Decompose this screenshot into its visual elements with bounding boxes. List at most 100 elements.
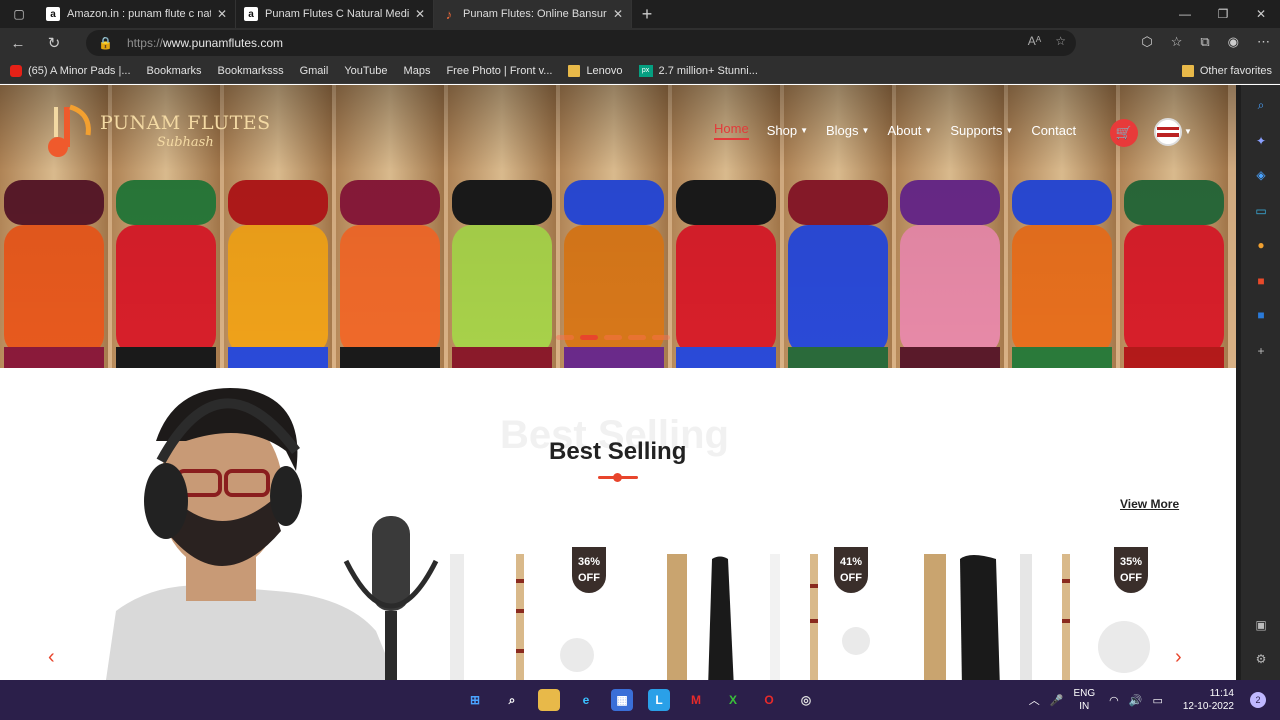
other-favorites[interactable]: Other favorites	[1181, 65, 1272, 77]
file-explorer-icon[interactable]	[538, 689, 560, 711]
toolbox-icon[interactable]: ▭	[1253, 203, 1269, 219]
games-icon[interactable]: ●	[1253, 237, 1269, 253]
microphone-icon[interactable]: 🎤	[1050, 694, 1064, 707]
other-favorites-label: Other favorites	[1199, 65, 1272, 77]
product-card[interactable]: 41% OFF	[642, 547, 874, 680]
add-favorite-icon[interactable]: ☆	[1055, 34, 1066, 48]
close-window-icon[interactable]: ✕	[1242, 0, 1280, 28]
tab-strip: ▢ a Amazon.in : punam flute c natur ✕ a …	[0, 0, 1280, 28]
bookmark-item[interactable]: Free Photo | Front v...	[0, 64, 553, 155]
carousel-prev-icon[interactable]: ‹	[48, 646, 55, 669]
nav-blogs[interactable]: Blogs ▼	[826, 123, 869, 138]
logo-title: PUNAM FLUTES	[100, 112, 271, 134]
minimize-icon[interactable]: —	[1166, 0, 1204, 28]
tab-title: Amazon.in : punam flute c natur	[67, 8, 211, 20]
mcafee-icon[interactable]: M	[685, 689, 707, 711]
bookmark-label: Free Photo | Front v...	[446, 64, 553, 77]
pexels-icon: px	[638, 64, 653, 77]
product-card[interactable]: 35% OFF	[922, 547, 1154, 680]
lenovo-vantage-icon[interactable]: L	[648, 689, 670, 711]
nav-about[interactable]: About ▼	[887, 123, 932, 138]
address-bar[interactable]: 🔒 https://www.punamflutes.com Aᴬ ☆	[86, 30, 1076, 56]
close-icon[interactable]: ✕	[613, 7, 623, 21]
tab-punam-flutes[interactable]: ♪ Punam Flutes: Online Bansuri Sh ✕	[434, 0, 632, 28]
bookmark-item[interactable]: Bookmarks	[0, 65, 202, 155]
tab-amazon-1[interactable]: a Amazon.in : punam flute c natur ✕	[38, 0, 236, 28]
bookmark-item[interactable]: Maps	[0, 64, 431, 155]
slider-dot[interactable]	[580, 335, 598, 340]
site-logo[interactable]: PUNAM FLUTES Subhash	[44, 101, 271, 161]
nav-contact[interactable]: Contact	[1031, 123, 1076, 138]
restore-icon[interactable]: ❐	[1204, 0, 1242, 28]
bookmark-label: Lenovo	[586, 64, 623, 77]
xbox-icon[interactable]: X	[722, 689, 744, 711]
refresh-icon[interactable]: ↻	[36, 34, 72, 52]
clock[interactable]: 11:14 12-10-2022	[1183, 687, 1234, 713]
edge-icon[interactable]: e	[575, 689, 597, 711]
obs-icon[interactable]: ◎	[795, 689, 817, 711]
settings-icon[interactable]: ⚙	[1253, 651, 1269, 667]
tab-amazon-2[interactable]: a Punam Flutes C Natural Medium ✕	[236, 0, 434, 28]
bookmark-item[interactable]: Gmail	[0, 65, 328, 155]
currency-flag-button[interactable]	[1154, 118, 1182, 146]
battery-icon[interactable]: ▭	[1152, 694, 1162, 707]
favorites-icon[interactable]: ☆	[1171, 34, 1183, 50]
extensions-icon[interactable]: ⬡	[1141, 34, 1152, 50]
bookmark-label: 2.7 million+ Stunni...	[658, 64, 758, 77]
notification-badge[interactable]: 2	[1250, 692, 1266, 708]
sidebar-toggle-icon[interactable]: ▣	[1253, 617, 1269, 633]
carousel-next-icon[interactable]: ›	[1175, 646, 1182, 669]
site-navigation: Home Shop ▼ Blogs ▼ About ▼ Supports ▼ Conta…	[714, 121, 1094, 140]
webcam-person-overlay	[106, 388, 439, 680]
cart-button[interactable]: 🛒	[1110, 119, 1138, 147]
nav-home[interactable]: Home	[714, 121, 749, 140]
nav-shop[interactable]: Shop ▼	[767, 123, 808, 138]
browser-sidebar: ⌕ ✦ ◈ ▭ ● ■ ■ + ▣ ⚙	[1241, 85, 1280, 680]
bookmark-item[interactable]: YouTube	[0, 65, 388, 155]
bookmark-item[interactable]: Lenovo	[568, 64, 623, 77]
bookmark-item[interactable]: px 2.7 million+ Stunni...	[638, 64, 758, 77]
back-icon[interactable]: ←	[0, 35, 36, 52]
chevron-down-icon: ▼	[924, 126, 933, 135]
read-aloud-icon[interactable]: Aᴬ	[1028, 34, 1041, 48]
wifi-icon[interactable]: ◠	[1109, 694, 1119, 707]
store-icon[interactable]: ▦	[611, 689, 633, 711]
lock-icon[interactable]: 🔒	[98, 36, 113, 50]
view-more-link[interactable]: View More	[1120, 497, 1179, 511]
close-icon[interactable]: ✕	[217, 7, 227, 21]
opera-icon[interactable]: O	[758, 689, 780, 711]
bookmark-label: Maps	[403, 64, 431, 77]
add-icon[interactable]: +	[1253, 343, 1269, 359]
chevron-down-icon[interactable]: ▼	[1184, 127, 1192, 136]
system-tray: ︿ 🎤 ENG IN ◠ 🔊 ▭ 11:14 12-10-2022 2	[1029, 680, 1280, 720]
sparkle-icon[interactable]: ✦	[1253, 133, 1269, 149]
tab-title: Punam Flutes C Natural Medium	[265, 8, 409, 20]
search-icon[interactable]: ⌕	[501, 689, 523, 711]
nav-supports[interactable]: Supports ▼	[950, 123, 1013, 138]
bookmark-item[interactable]: Bookmarksss	[0, 65, 284, 155]
language-indicator[interactable]: ENG IN	[1073, 687, 1095, 713]
search-icon[interactable]: ⌕	[1253, 97, 1269, 113]
volume-icon[interactable]: 🔊	[1129, 694, 1143, 707]
tag-icon[interactable]: ◈	[1253, 167, 1269, 183]
slider-dot[interactable]	[628, 335, 646, 340]
tab-actions-icon[interactable]: ▢	[0, 0, 38, 28]
chevron-up-icon[interactable]: ︿	[1029, 692, 1040, 708]
more-menu-icon[interactable]: ⋯	[1257, 34, 1270, 50]
bookmark-item[interactable]: (65) A Minor Pads |...	[10, 64, 131, 77]
outlook-icon[interactable]: ■	[1253, 307, 1269, 323]
browser-toolbar: ← ↻ 🔒 https://www.punamflutes.com Aᴬ ☆ ⬡…	[0, 28, 1280, 58]
amazon-icon: a	[244, 7, 258, 21]
close-icon[interactable]: ✕	[415, 7, 425, 21]
slider-dot[interactable]	[604, 335, 622, 340]
slider-dot[interactable]	[556, 335, 574, 340]
collections-icon[interactable]: ⧉	[1200, 34, 1209, 50]
youtube-icon	[10, 64, 22, 77]
office-icon[interactable]: ■	[1253, 273, 1269, 289]
slider-dot[interactable]	[652, 335, 670, 340]
windows-start-icon[interactable]: ⊞	[464, 689, 486, 711]
new-tab-button[interactable]: +	[632, 4, 662, 25]
clock-time: 11:14	[1209, 688, 1234, 699]
profile-icon[interactable]: ◉	[1228, 34, 1239, 50]
nav-label: Blogs	[825, 123, 859, 138]
